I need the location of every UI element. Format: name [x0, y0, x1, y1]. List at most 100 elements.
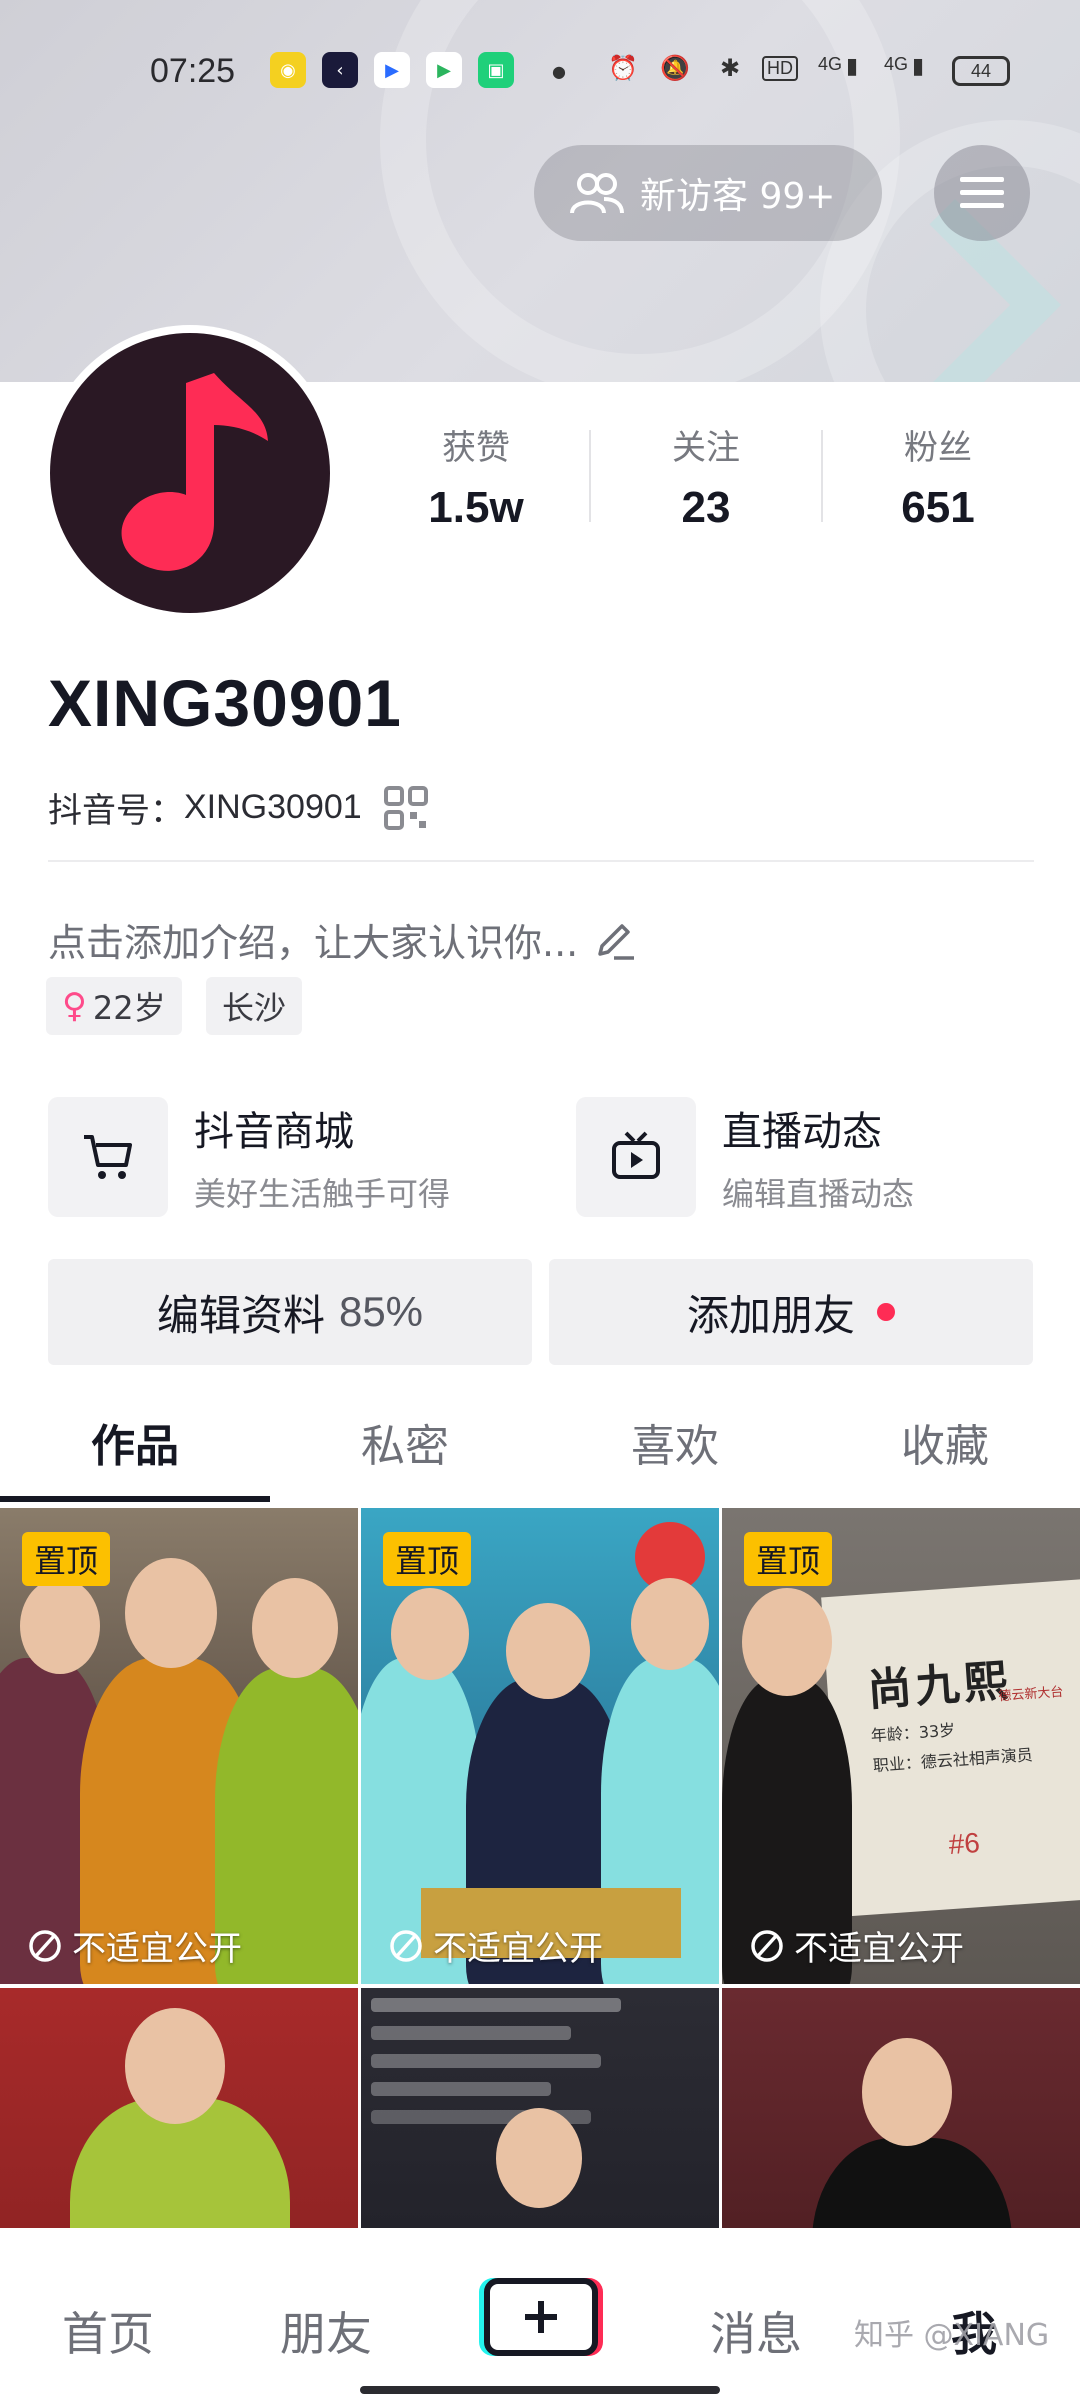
battery-icon: 44 [952, 56, 1010, 86]
shopping-app-icon: ▣ [478, 52, 514, 88]
bio-placeholder: 点击添加介绍，让大家认识你... [48, 921, 579, 965]
video-thumbnail[interactable]: 置顶 不适宜公开 [0, 1508, 358, 1984]
video-thumbnail[interactable] [0, 1988, 358, 2228]
people-icon [570, 173, 624, 214]
username: XING30901 [48, 666, 402, 740]
douyin-mall-entry[interactable]: 抖音商城 美好生活触手可得 [48, 1096, 450, 1218]
bio-edit[interactable]: 点击添加介绍，让大家认识你... [48, 912, 636, 967]
card-age: 年龄：33岁 [870, 1720, 956, 1746]
comment-line [371, 2054, 601, 2068]
thumbnail-figure [125, 2008, 225, 2124]
youku-icon: ▶ [374, 52, 410, 88]
city-tag: 长沙 [206, 977, 303, 1035]
tab-private[interactable]: 私密 [270, 1410, 540, 1474]
thumbnail-figure [391, 1588, 469, 1680]
home-indicator[interactable] [360, 2386, 720, 2394]
new-visitors-button[interactable]: 新访客 99+ [534, 145, 882, 241]
nav-messages[interactable]: 消息 [676, 2298, 836, 2364]
card-job: 职业：德云社相声演员 [872, 1745, 1034, 1776]
feature-icon-box [48, 1097, 168, 1217]
female-icon: ♀ [62, 986, 87, 1026]
video-thumbnail[interactable] [722, 1988, 1080, 2228]
card-name: 尚九熙 [866, 1655, 1014, 1717]
stat-value: 651 [901, 483, 975, 532]
stat-value: 1.5w [428, 483, 524, 532]
stat-label: 粉丝 [904, 428, 972, 468]
douyin-id-label: 抖音号： [48, 791, 184, 831]
age-tag: ♀ 22岁 [46, 977, 182, 1035]
video-thumbnail[interactable]: 尚九熙 年龄：33岁 职业：德云社相声演员 德云新大台 #6 置顶 不适宜公开 [722, 1508, 1080, 1984]
status-bar: 07:25 ◉ ‹ ▶ ▶ ▣ ● ⏰ 🔕 ✱ HD 4G ▮ 4G ▮ 44 [0, 40, 1080, 104]
edit-profile-label: 编辑资料 [156, 1290, 325, 1340]
feature-title: 抖音商城 [194, 1109, 354, 1155]
tab-works[interactable]: 作品 [0, 1410, 270, 1474]
feature-title: 直播动态 [722, 1109, 882, 1155]
thumbnail-figure [506, 1603, 590, 1699]
stat-followers[interactable]: 粉丝 651 [838, 420, 1038, 533]
alarm-icon: ⏰ [608, 54, 638, 82]
nav-home[interactable]: 首页 [28, 2298, 188, 2364]
comment-line [371, 2082, 551, 2096]
pinned-badge: 置顶 [383, 1532, 472, 1586]
unsuitable-label: 不适宜公开 [389, 1921, 603, 1970]
status-time: 07:25 [150, 52, 236, 90]
stat-following[interactable]: 关注 23 [606, 420, 806, 533]
menu-button[interactable] [934, 145, 1030, 241]
city-tag-label: 长沙 [222, 989, 287, 1027]
pinned-badge: 置顶 [744, 1532, 833, 1586]
forbidden-icon [29, 1929, 61, 1962]
unsuitable-label: 不适宜公开 [28, 1921, 242, 1970]
avatar[interactable] [42, 325, 338, 621]
unsuitable-label: 不适宜公开 [750, 1921, 964, 1970]
hd-icon: HD [762, 56, 798, 81]
tab-favorites[interactable]: 收藏 [810, 1410, 1080, 1474]
signal-icon: ▮ [912, 54, 925, 79]
divider [48, 860, 1034, 862]
signal-icon: ▮ [846, 54, 859, 79]
comment-line [371, 1998, 621, 2012]
comment-line [371, 2026, 571, 2040]
notification-dot-icon: ● [552, 62, 566, 81]
tab-likes[interactable]: 喜欢 [540, 1410, 810, 1474]
video-thumbnail[interactable] [361, 1988, 719, 2228]
add-friends-button[interactable]: 添加朋友 [549, 1259, 1033, 1365]
forbidden-icon [390, 1929, 422, 1962]
notification-dot [877, 1303, 895, 1321]
video-app-icon: ▶ [426, 52, 462, 88]
mute-icon: 🔕 [660, 54, 690, 82]
bluetooth-icon: ✱ [720, 54, 741, 82]
qrcode-icon[interactable] [383, 785, 428, 830]
nav-friends[interactable]: 朋友 [246, 2298, 406, 2364]
network-label: 4G [884, 54, 909, 74]
create-button[interactable] [484, 2278, 598, 2356]
pinned-badge: 置顶 [22, 1532, 111, 1586]
card-number: #6 [947, 1827, 981, 1861]
feature-subtitle: 编辑直播动态 [722, 1175, 915, 1213]
thumbnail-figure [862, 2038, 952, 2146]
unsuitable-text: 不适宜公开 [72, 1929, 242, 1969]
forbidden-icon [751, 1929, 783, 1962]
tv-icon [612, 1131, 660, 1179]
plus-icon [525, 2301, 557, 2333]
douyin-id-value: XING30901 [184, 788, 362, 826]
new-visitors-label: 新访客 99+ [640, 176, 836, 217]
stat-divider [821, 430, 823, 522]
tab-indicator [0, 1496, 270, 1502]
thumbnail-figure [742, 1588, 832, 1696]
stat-value: 23 [681, 483, 731, 532]
thumbnail-figure [20, 1578, 100, 1674]
app-icon: ‹ [322, 52, 358, 88]
cart-icon [84, 1135, 132, 1179]
age-tag-label: 22岁 [92, 989, 166, 1027]
unsuitable-text: 不适宜公开 [433, 1929, 603, 1969]
bottom-navigation: 首页 朋友 消息 我 知乎 @XIANG [0, 2228, 1080, 2400]
feature-icon-box [576, 1097, 696, 1217]
live-feed-entry[interactable]: 直播动态 编辑直播动态 [576, 1096, 914, 1218]
video-thumbnail[interactable]: 置顶 不适宜公开 [361, 1508, 719, 1984]
profile-card-graphic: 尚九熙 年龄：33岁 职业：德云社相声演员 德云新大台 #6 [821, 1579, 1080, 1917]
thumbnail-figure [631, 1578, 709, 1670]
add-friends-label: 添加朋友 [686, 1290, 855, 1340]
pencil-icon [598, 923, 635, 960]
stat-likes: 获赞 1.5w [376, 420, 576, 533]
edit-profile-button[interactable]: 编辑资料 85% [48, 1259, 532, 1365]
